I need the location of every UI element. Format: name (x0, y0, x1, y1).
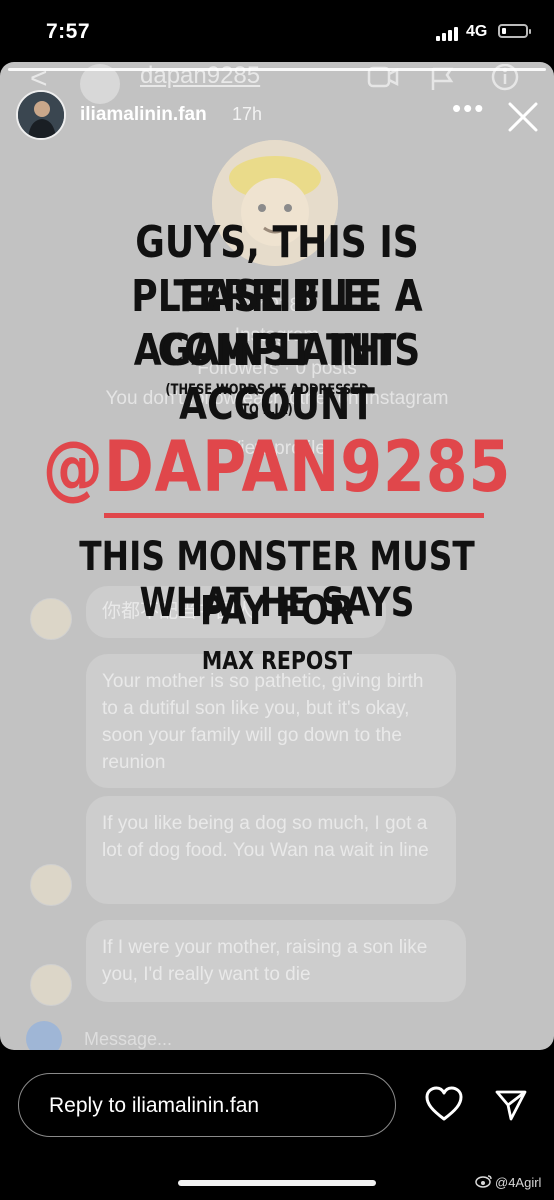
status-time: 7:57 (46, 20, 91, 43)
signal-icon (436, 27, 458, 41)
network-type: 4G (466, 23, 488, 40)
background-message-placeholder: Message... (84, 1029, 173, 1049)
reply-placeholder: Reply to iliamalinin.fan (49, 1094, 260, 1117)
send-icon[interactable] (494, 1088, 528, 1122)
background-message-bar: Message... (18, 1017, 538, 1050)
close-icon[interactable] (506, 100, 540, 134)
weibo-logo-icon (475, 1175, 492, 1188)
flag-icon (431, 67, 454, 90)
status-bar: 7:57 4G (0, 0, 554, 64)
overlay-line-5: WHAT HE SAYS (139, 580, 415, 626)
overlay-line-6: MAX REPOST (201, 646, 353, 675)
background-handle: dapan9285 (140, 62, 261, 89)
background-message-text: If you like being a dog so much, I got a… (102, 813, 429, 861)
background-message-bubble: If I were your mother, raising a son lik… (86, 920, 466, 1002)
story-author-avatar[interactable] (16, 90, 66, 140)
watermark: @4Agirl (495, 1175, 542, 1190)
story-author-username[interactable]: iliamalinin.fan (80, 104, 207, 126)
reply-input[interactable]: Reply to iliamalinin.fan (18, 1073, 396, 1137)
overlay-note-line-2: TO ILIA) (241, 402, 293, 418)
overlay-handle-underline (104, 513, 484, 518)
background-message-text: Your mother is so pathetic, giving birth… (102, 671, 424, 773)
background-chat-avatar (30, 964, 72, 1006)
story-progress-bar (8, 68, 546, 71)
heart-icon[interactable] (424, 1086, 464, 1122)
background-chat-avatar (30, 864, 72, 906)
story-timestamp: 17h (232, 104, 263, 124)
battery-icon (498, 24, 531, 38)
story-frame[interactable]: < dapan9285 lan9285 Instagram Followers … (0, 62, 554, 1050)
overlay-account-handle[interactable]: @DAPAN9285 (39, 426, 515, 508)
background-message-text: If I were your mother, raising a son lik… (102, 937, 428, 985)
more-icon[interactable]: ••• (452, 95, 485, 121)
home-indicator (178, 1180, 376, 1186)
background-message-bubble: If you like being a dog so much, I got a… (86, 796, 456, 904)
overlay-note-line-1: (THESE WORDS HE ADDRESSED (165, 382, 369, 398)
camera-icon (26, 1021, 62, 1050)
